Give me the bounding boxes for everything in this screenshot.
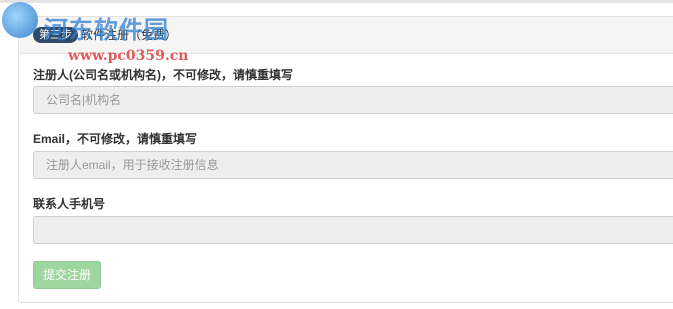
email-input[interactable]: 注册人email，用于接收注册信息 bbox=[33, 151, 673, 179]
phone-label: 联系人手机号 bbox=[33, 197, 106, 211]
submit-button[interactable]: 提交注册 bbox=[33, 261, 101, 289]
watermark-title: 河东软件园 bbox=[44, 15, 169, 44]
email-label: Email，不可修改，请慎重填写 bbox=[33, 132, 198, 146]
window-top-border bbox=[0, 0, 673, 3]
phone-input[interactable] bbox=[33, 216, 673, 244]
watermark-logo-icon bbox=[2, 2, 38, 38]
company-input[interactable]: 公司名|机构名 bbox=[33, 86, 673, 114]
company-label: 注册人(公司名或机构名)，不可修改，请慎重填写 bbox=[33, 68, 293, 82]
watermark-url: www.pc0359.cn bbox=[68, 48, 189, 64]
